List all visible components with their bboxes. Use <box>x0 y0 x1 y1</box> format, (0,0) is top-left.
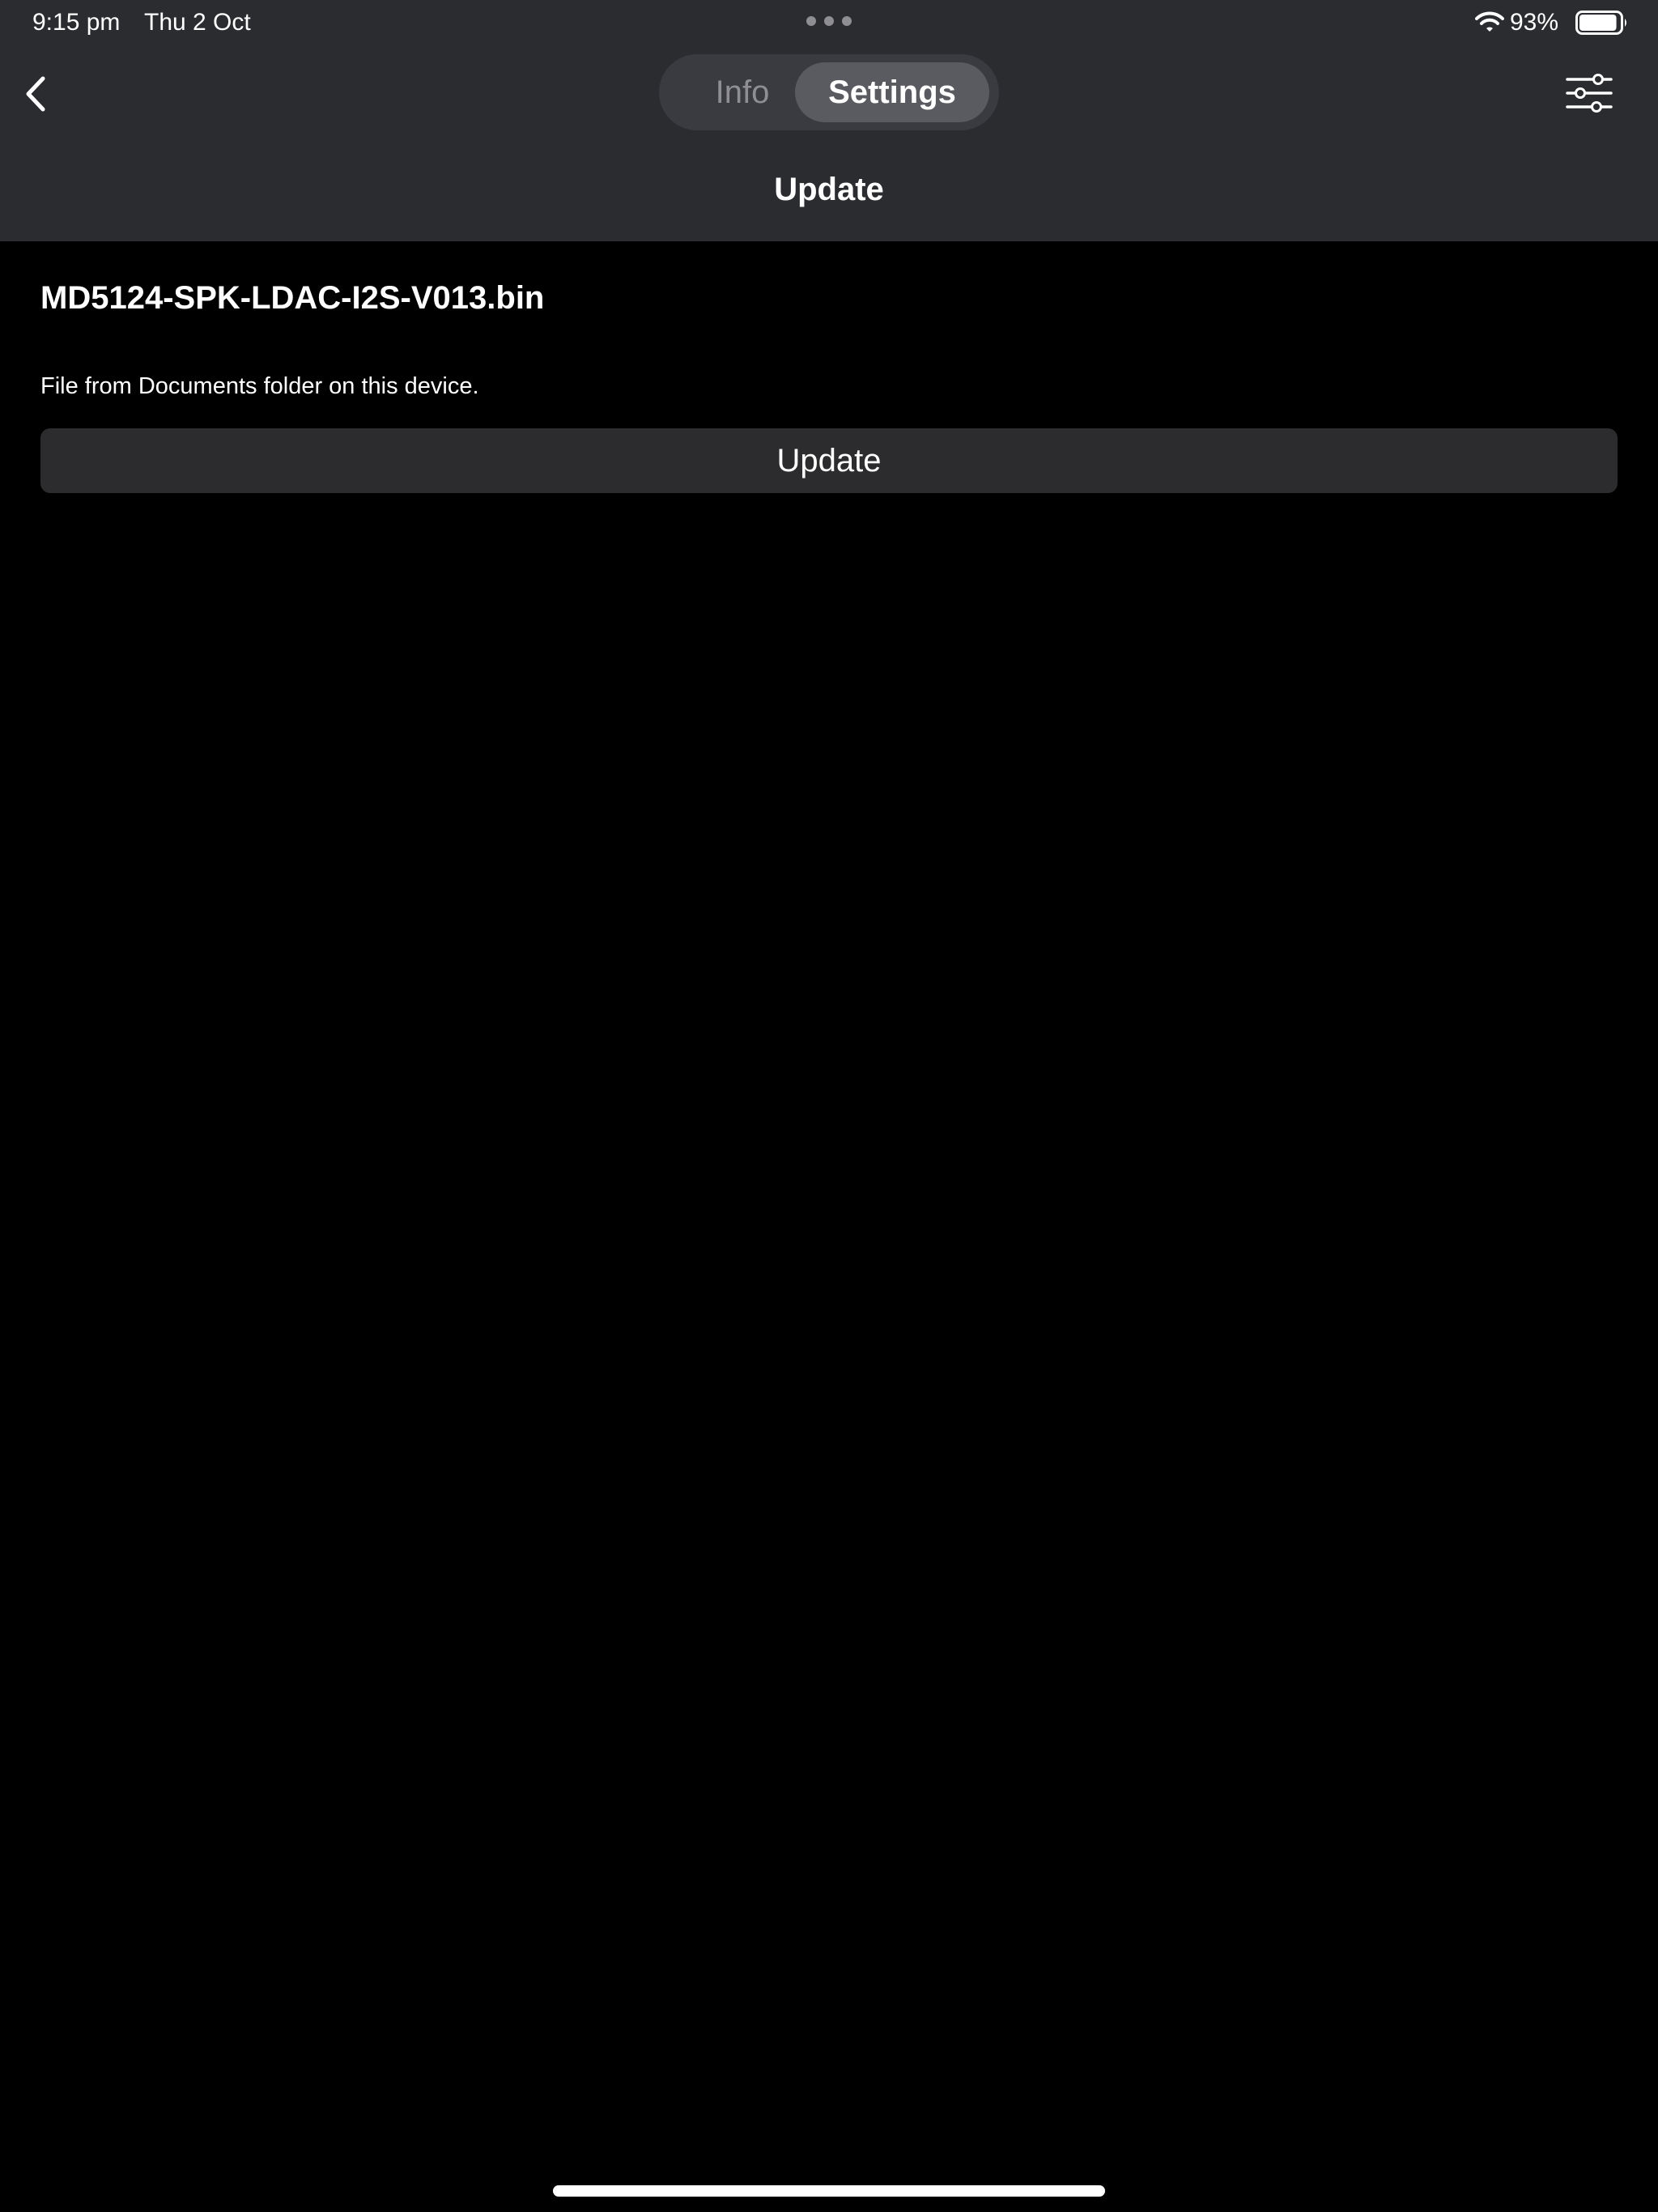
home-indicator[interactable] <box>553 2185 1105 2197</box>
status-date: Thu 2 Oct <box>144 9 251 36</box>
sliders-icon <box>1566 74 1613 113</box>
firmware-file-name: MD5124-SPK-LDAC-I2S-V013.bin <box>40 280 545 316</box>
battery-icon <box>1575 11 1626 35</box>
status-time: 9:15 pm <box>32 9 121 36</box>
navigation-bar: 9:15 pm Thu 2 Oct 93% Info Settings Upda… <box>0 0 1658 241</box>
multitasking-dots-icon[interactable] <box>806 16 852 28</box>
file-source-description: File from Documents folder on this devic… <box>40 373 479 399</box>
chevron-left-icon <box>26 76 45 112</box>
battery-percentage: 93% <box>1510 9 1559 36</box>
segmented-control: Info Settings <box>659 54 999 130</box>
wifi-icon <box>1475 11 1504 32</box>
tab-settings[interactable]: Settings <box>795 62 989 122</box>
tab-info[interactable]: Info <box>675 62 810 122</box>
back-button[interactable] <box>15 68 57 120</box>
filter-button[interactable] <box>1564 70 1614 117</box>
update-button[interactable]: Update <box>40 428 1618 493</box>
page-title: Update <box>774 172 884 207</box>
